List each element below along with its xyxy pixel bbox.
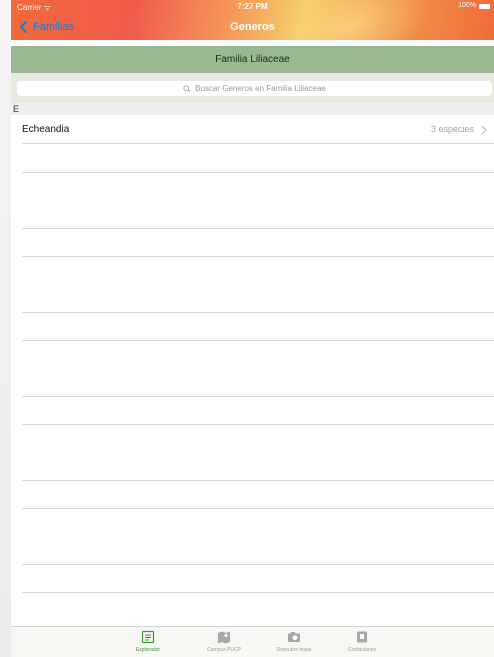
tab-label: Contactanos (347, 647, 377, 653)
species-count: 3 especies (430, 124, 474, 134)
family-header: Familia Liliaceae (11, 46, 494, 73)
app-window: Carrier ᯤ 7:27 PM 100% Familias Generos … (11, 0, 494, 657)
family-header-label: Familia Liliaceae (215, 54, 290, 65)
row-divider (22, 256, 494, 257)
explorer-icon (141, 630, 155, 644)
row-divider (22, 340, 494, 341)
table-row[interactable]: Echeandia 3 especies (11, 116, 494, 144)
tab-descubre[interactable]: Descubre hojas (264, 630, 324, 653)
row-divider (22, 143, 494, 144)
tab-label: Descubre hojas (276, 647, 312, 653)
row-divider (22, 424, 494, 425)
contact-icon (357, 631, 367, 643)
page-title: Generos (230, 21, 275, 33)
section-header: E (11, 103, 494, 115)
status-battery-percent: 100% (458, 2, 476, 9)
search-placeholder: Buscar Generos en Familia Liliaceae (195, 84, 326, 93)
camera-icon (288, 632, 300, 642)
tab-label: Explorador (135, 647, 161, 653)
genus-name: Echeandia (22, 124, 70, 135)
tab-contactanos[interactable]: Contactanos (332, 630, 392, 653)
row-divider (22, 172, 494, 173)
section-letter: E (13, 104, 20, 114)
status-time: 7:27 PM (237, 2, 268, 11)
row-divider (22, 228, 494, 229)
row-divider (22, 396, 494, 397)
tab-label: Campus PUCP (207, 647, 241, 653)
row-divider (22, 312, 494, 313)
search-bar: Buscar Generos en Familia Liliaceae (11, 73, 494, 103)
chevron-right-icon (481, 125, 487, 135)
row-divider (22, 564, 494, 565)
tab-bar: Explorador Campus PUCP Descubre hojas Co… (11, 626, 494, 657)
battery-icon (479, 4, 490, 9)
row-divider (22, 480, 494, 481)
left-bezel (0, 0, 11, 657)
search-input[interactable]: Buscar Generos en Familia Liliaceae (17, 81, 492, 96)
map-icon (218, 631, 230, 644)
tab-explorador[interactable]: Explorador (118, 630, 178, 653)
navigation-bar: Carrier ᯤ 7:27 PM 100% Familias Generos (11, 0, 494, 40)
row-divider (22, 592, 494, 593)
row-divider (22, 508, 494, 509)
tab-campus[interactable]: Campus PUCP (194, 630, 254, 653)
search-icon (183, 84, 191, 92)
